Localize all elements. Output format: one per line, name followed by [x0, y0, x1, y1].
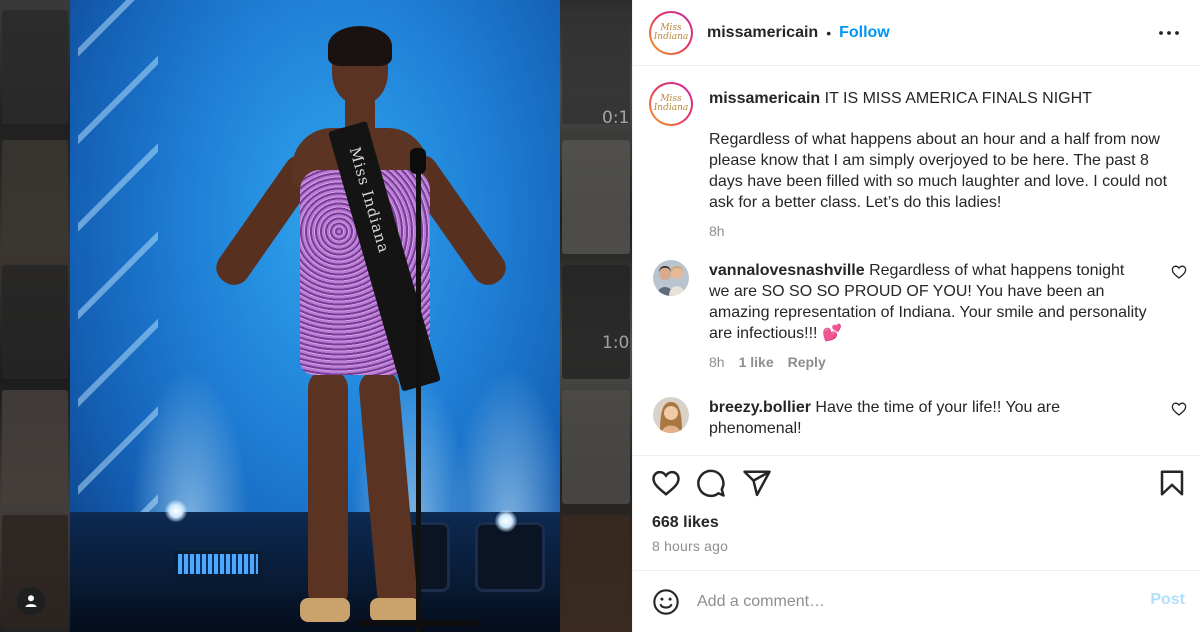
- video-frame: [562, 140, 630, 254]
- post-header: Miss Indiana missamericain • Follow: [633, 0, 1200, 66]
- shoe: [370, 598, 420, 622]
- avatar[interactable]: [653, 260, 689, 296]
- video-frame: [2, 265, 68, 379]
- shoe: [300, 598, 350, 622]
- caption-meta: 8h: [709, 221, 1179, 242]
- avatar-photo: [653, 397, 689, 433]
- comment-username[interactable]: vannalovesnashville: [709, 262, 865, 279]
- post-photo: Miss Indiana: [70, 0, 560, 632]
- reply-button[interactable]: Reply: [788, 352, 826, 373]
- leg: [308, 370, 348, 610]
- background-video-strip-right: [560, 0, 632, 632]
- comment-like-count[interactable]: 1 like: [739, 352, 774, 373]
- spotlight: [165, 500, 187, 522]
- post-comment-button[interactable]: Post: [1150, 591, 1185, 609]
- leg: [357, 368, 419, 612]
- video-frame: [562, 10, 630, 124]
- microphone-stand: [416, 150, 421, 632]
- avatar[interactable]: Miss Indiana: [649, 10, 693, 55]
- more-options-button[interactable]: [1157, 21, 1181, 45]
- background-video-strip-left: [0, 0, 70, 632]
- avatar-logo: Miss Indiana: [651, 12, 691, 53]
- video-timecode: 1:0: [602, 333, 630, 353]
- post-timestamp[interactable]: 8 hours ago: [652, 538, 728, 554]
- heart-icon[interactable]: [1171, 401, 1187, 417]
- caption-text-block: missamericain IT IS MISS AMERICA FINALS …: [709, 88, 1179, 242]
- comment-input[interactable]: [697, 589, 1127, 615]
- bookmark-icon[interactable]: [1157, 468, 1187, 498]
- smiley-icon[interactable]: [652, 588, 680, 616]
- heart-icon[interactable]: [651, 468, 681, 498]
- video-frame: [562, 515, 630, 629]
- video-frame: [562, 390, 630, 504]
- action-bar: [633, 455, 1200, 505]
- hair: [328, 26, 392, 66]
- microphone: [410, 148, 426, 174]
- light-beam: [450, 367, 560, 527]
- contestant-figure: Miss Indiana: [210, 20, 512, 632]
- caption-headline: IT IS MISS AMERICA FINALS NIGHT: [824, 90, 1092, 107]
- comment-meta: 8h 1 like Reply: [709, 352, 1149, 373]
- comments-section[interactable]: Miss Indiana missamericain IT IS MISS AM…: [633, 67, 1200, 447]
- spotlight: [495, 510, 517, 532]
- microphone-base: [356, 620, 480, 626]
- stage-light: [475, 522, 545, 592]
- like-count[interactable]: 668 likes: [652, 514, 719, 532]
- follow-button[interactable]: Follow: [839, 24, 890, 42]
- logo-text: Miss Indiana: [653, 22, 689, 42]
- video-timecode: 0:1: [602, 108, 630, 128]
- comment-timestamp[interactable]: 8h: [709, 352, 725, 373]
- user-icon: [25, 595, 37, 607]
- comment-body: breezy.bollier Have the time of your lif…: [709, 397, 1149, 439]
- comment-username[interactable]: breezy.bollier: [709, 399, 811, 416]
- separator-dot: •: [826, 24, 832, 41]
- video-frame: [2, 390, 68, 504]
- ellipsis-icon: [1159, 31, 1179, 35]
- caption-username[interactable]: missamericain: [709, 90, 820, 107]
- avatar-photo: [653, 260, 689, 296]
- tagged-users-button[interactable]: [17, 587, 45, 615]
- comment-body: vannalovesnashville Regardless of what h…: [709, 260, 1149, 373]
- paper-plane-icon[interactable]: [742, 468, 772, 498]
- comment-bubble-icon[interactable]: [696, 468, 726, 498]
- caption-timestamp[interactable]: 8h: [709, 221, 725, 242]
- avatar[interactable]: Miss Indiana: [649, 82, 693, 126]
- avatar-logo: Miss Indiana: [651, 84, 691, 124]
- heart-icon[interactable]: [1171, 264, 1187, 280]
- video-frame: [2, 10, 68, 124]
- header-username[interactable]: missamericain: [707, 24, 818, 42]
- post-details-panel: Miss Indiana missamericain • Follow Miss…: [632, 0, 1200, 632]
- comment-composer: Post: [633, 570, 1200, 632]
- caption-body: Regardless of what happens about an hour…: [709, 131, 1168, 211]
- avatar[interactable]: [653, 397, 689, 433]
- logo-text: Miss Indiana: [653, 94, 689, 113]
- video-frame: [562, 265, 630, 379]
- post-media[interactable]: 0:1 1:0 Miss Indiana: [0, 0, 632, 632]
- video-frame: [2, 140, 68, 254]
